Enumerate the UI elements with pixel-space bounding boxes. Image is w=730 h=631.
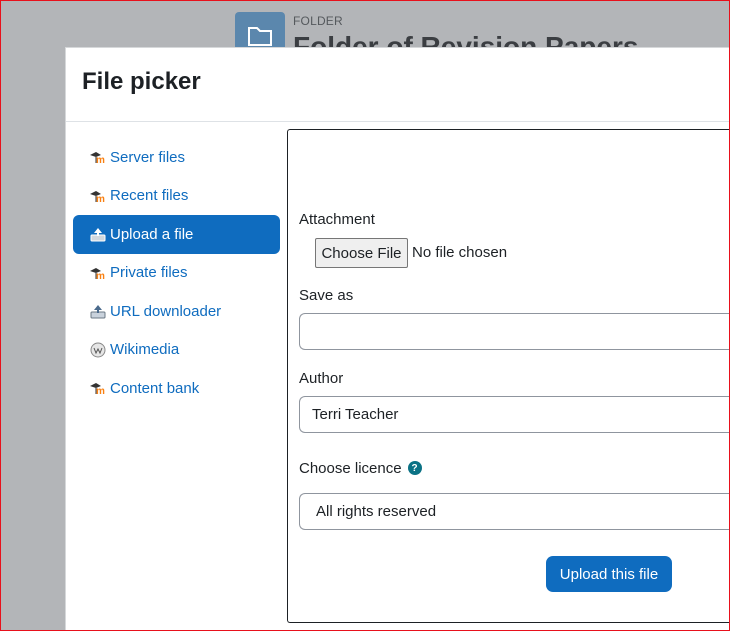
folder-type-label: FOLDER (293, 14, 343, 28)
dialog-title: File picker (82, 68, 201, 95)
moodle-icon: m (89, 188, 107, 204)
svg-text:m: m (96, 194, 105, 203)
repository-sidebar: m Server files m Recent files Upload a f… (73, 138, 280, 408)
sidebar-item-server-files[interactable]: m Server files (73, 138, 280, 177)
moodle-icon: m (89, 265, 107, 281)
sidebar-item-label: Recent files (110, 187, 189, 205)
svg-text:m: m (96, 386, 105, 395)
save-as-input[interactable] (299, 313, 730, 350)
dialog-header: File picker (66, 48, 730, 122)
sidebar-item-private-files[interactable]: m Private files (73, 254, 280, 293)
author-input[interactable] (299, 396, 730, 433)
sidebar-item-url-downloader[interactable]: URL downloader (73, 292, 280, 331)
save-as-label: Save as (299, 287, 354, 304)
svg-text:m: m (96, 155, 105, 164)
svg-text:m: m (96, 271, 105, 280)
licence-select[interactable]: All rights reserved (299, 493, 730, 530)
sidebar-item-label: Private files (110, 264, 188, 282)
upload-this-file-button[interactable]: Upload this file (546, 556, 672, 592)
licence-label-row: Choose licence? (299, 460, 422, 477)
no-file-chosen-text: No file chosen (412, 244, 508, 261)
sidebar-item-label: Server files (110, 148, 186, 166)
sidebar-item-upload-a-file[interactable]: Upload a file (73, 215, 280, 254)
wikimedia-icon (89, 342, 107, 358)
author-label: Author (299, 370, 344, 387)
help-icon[interactable]: ? (407, 461, 422, 476)
url-download-icon (89, 303, 107, 319)
choose-file-button[interactable]: Choose File (315, 238, 408, 268)
sidebar-item-label: Upload a file (110, 225, 194, 243)
sidebar-item-content-bank[interactable]: m Content bank (73, 369, 280, 408)
moodle-icon: m (89, 380, 107, 396)
upload-icon (89, 226, 107, 242)
upload-form-panel: Attachment Choose File No file chosen Sa… (287, 129, 730, 623)
licence-label: Choose licence (299, 460, 402, 477)
licence-selected-value: All rights reserved (316, 503, 437, 520)
moodle-icon: m (89, 149, 107, 165)
sidebar-item-label: Wikimedia (110, 341, 180, 359)
attachment-label: Attachment (299, 211, 375, 228)
file-picker-dialog: File picker m Server files m Recent file… (65, 47, 730, 631)
sidebar-item-wikimedia[interactable]: Wikimedia (73, 331, 280, 370)
sidebar-item-recent-files[interactable]: m Recent files (73, 177, 280, 216)
sidebar-item-label: URL downloader (110, 302, 222, 320)
sidebar-item-label: Content bank (110, 379, 200, 397)
